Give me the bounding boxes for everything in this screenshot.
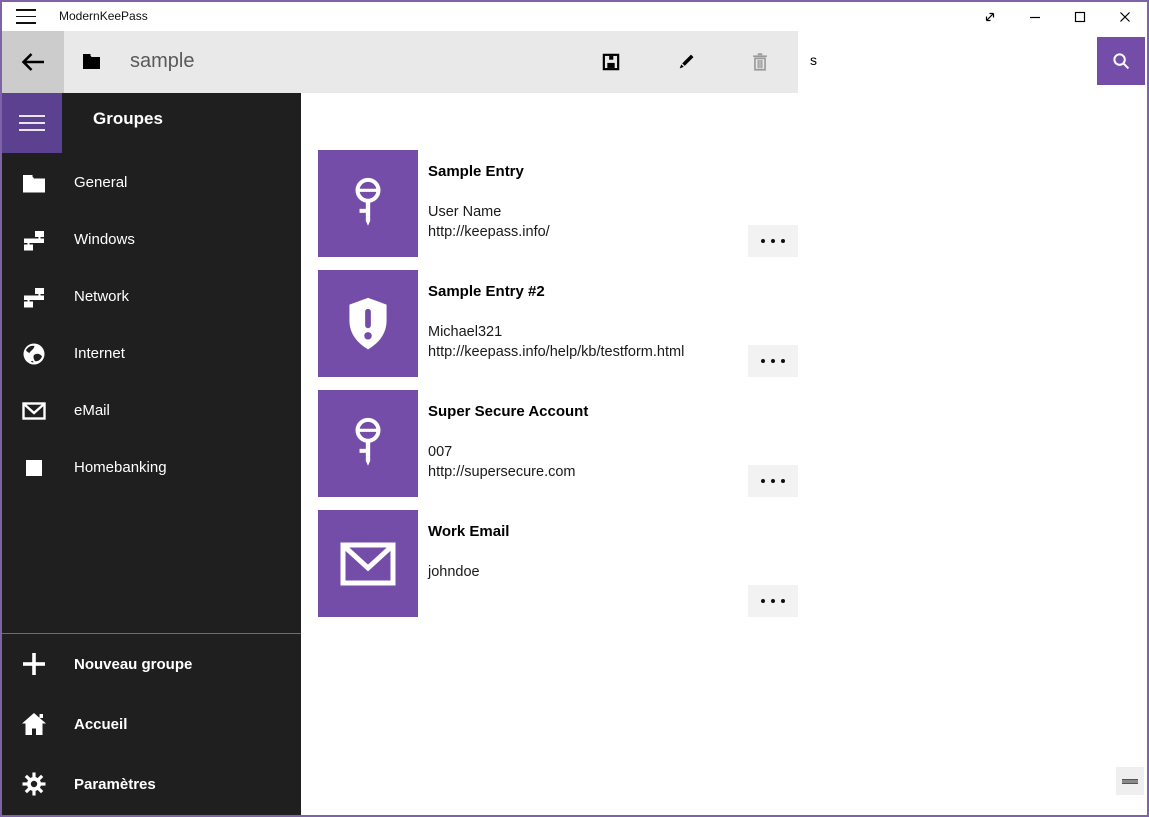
ellipsis-icon bbox=[761, 359, 765, 363]
plus-icon bbox=[20, 651, 48, 677]
app-window: ModernKeePass sample bbox=[0, 0, 1149, 817]
square-icon bbox=[21, 459, 47, 477]
minus-icon bbox=[1122, 779, 1138, 784]
entry-username: johndoe bbox=[428, 562, 480, 582]
entry-tile[interactable] bbox=[318, 150, 418, 257]
entry-row: Sample Entry #2 Michael321 http://keepas… bbox=[301, 270, 801, 377]
group-folder-icon bbox=[82, 53, 101, 74]
app-title: ModernKeePass bbox=[59, 2, 148, 31]
globe-icon bbox=[21, 342, 47, 366]
sidebar-heading: Groupes bbox=[93, 109, 163, 129]
entry-url: http://keepass.info/help/kb/testform.htm… bbox=[428, 342, 684, 362]
key-icon bbox=[342, 415, 394, 473]
entry-title: Work Email bbox=[428, 523, 509, 540]
fullscreen-icon bbox=[983, 10, 997, 24]
entry-username: Michael321 bbox=[428, 322, 502, 342]
shield-exclamation-icon bbox=[341, 295, 395, 353]
entry-tile[interactable] bbox=[318, 270, 418, 377]
more-button[interactable] bbox=[748, 585, 798, 617]
entry-username: User Name bbox=[428, 202, 501, 222]
sidebar-item-email[interactable]: eMail bbox=[2, 382, 301, 439]
delete-button[interactable] bbox=[736, 38, 784, 86]
edit-button[interactable] bbox=[662, 38, 710, 86]
back-button[interactable] bbox=[2, 31, 64, 93]
sidebar-item-homebanking[interactable]: Homebanking bbox=[2, 439, 301, 496]
folder-icon bbox=[21, 173, 47, 193]
titlebar: ModernKeePass bbox=[2, 2, 1147, 31]
entry-row: Work Email johndoe bbox=[301, 510, 801, 617]
entry-url: http://supersecure.com bbox=[428, 462, 576, 482]
hamburger-icon bbox=[19, 115, 45, 132]
entry-tile[interactable] bbox=[318, 390, 418, 497]
mail-icon bbox=[340, 542, 396, 586]
sidebar-item-windows[interactable]: Windows bbox=[2, 211, 301, 268]
ellipsis-icon bbox=[761, 239, 765, 243]
save-icon bbox=[600, 51, 622, 73]
entry-title: Sample Entry bbox=[428, 163, 524, 180]
entry-tile[interactable] bbox=[318, 510, 418, 617]
ellipsis-icon bbox=[761, 599, 765, 603]
magnifier-icon bbox=[1111, 51, 1131, 71]
pane-hamburger-button[interactable] bbox=[2, 93, 62, 153]
sidebar: Groupes General Windows Network bbox=[2, 93, 301, 815]
entry-url: http://keepass.info/ bbox=[428, 222, 550, 242]
entry-row: Super Secure Account 007 http://supersec… bbox=[301, 390, 801, 497]
sidebar-item-general[interactable]: General bbox=[2, 154, 301, 211]
gear-icon bbox=[20, 772, 48, 796]
zoom-out-button[interactable] bbox=[1116, 767, 1144, 795]
trash-icon bbox=[749, 51, 771, 73]
network-icon bbox=[21, 229, 47, 251]
entry-title: Sample Entry #2 bbox=[428, 283, 545, 300]
entry-row: Sample Entry User Name http://keepass.in… bbox=[301, 150, 801, 257]
more-button[interactable] bbox=[748, 225, 798, 257]
home-button[interactable]: Accueil bbox=[2, 694, 301, 754]
network-icon bbox=[21, 286, 47, 308]
maximize-icon bbox=[1074, 11, 1086, 23]
settings-button[interactable]: Paramètres bbox=[2, 754, 301, 814]
close-icon bbox=[1119, 11, 1131, 23]
window-controls bbox=[967, 2, 1147, 31]
titlebar-hamburger-icon[interactable] bbox=[16, 9, 36, 24]
sidebar-item-network[interactable]: Network bbox=[2, 268, 301, 325]
save-button[interactable] bbox=[587, 38, 635, 86]
key-icon bbox=[342, 175, 394, 233]
search-button[interactable] bbox=[1097, 37, 1145, 85]
minimize-button[interactable] bbox=[1012, 2, 1057, 31]
ellipsis-icon bbox=[761, 479, 765, 483]
search-panel bbox=[798, 31, 1147, 89]
back-arrow-icon bbox=[20, 51, 46, 73]
mail-icon bbox=[21, 401, 47, 421]
close-button[interactable] bbox=[1102, 2, 1147, 31]
pencil-icon bbox=[675, 51, 697, 73]
entry-title: Super Secure Account bbox=[428, 403, 588, 420]
entry-username: 007 bbox=[428, 442, 452, 462]
home-icon bbox=[20, 712, 48, 736]
new-group-button[interactable]: Nouveau groupe bbox=[2, 634, 301, 694]
maximize-button[interactable] bbox=[1057, 2, 1102, 31]
more-button[interactable] bbox=[748, 465, 798, 497]
sidebar-actions: Nouveau groupe Accueil Paramètres bbox=[2, 634, 301, 814]
minimize-icon bbox=[1029, 11, 1041, 23]
search-input[interactable] bbox=[810, 45, 1090, 75]
entry-list: Sample Entry User Name http://keepass.in… bbox=[301, 93, 1147, 815]
more-button[interactable] bbox=[748, 345, 798, 377]
sidebar-item-internet[interactable]: Internet bbox=[2, 325, 301, 382]
group-title: sample bbox=[130, 31, 194, 93]
group-list: General Windows Network Internet bbox=[2, 154, 301, 496]
fullscreen-button[interactable] bbox=[967, 2, 1012, 31]
